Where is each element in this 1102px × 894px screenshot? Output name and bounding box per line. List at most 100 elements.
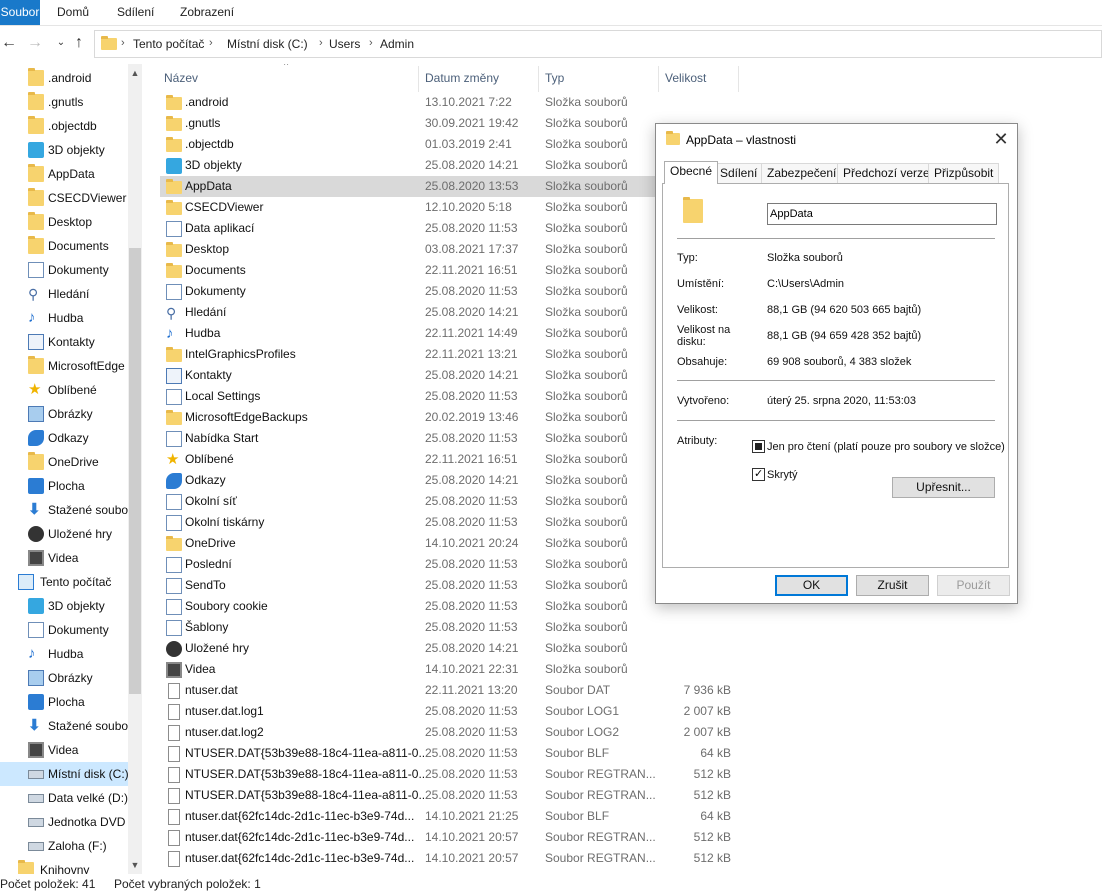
column-header-size[interactable]: Velikost — [661, 64, 737, 92]
nav-item[interactable]: 3D objekty — [0, 594, 128, 618]
nav-item[interactable]: Plocha — [0, 474, 128, 498]
nav-item[interactable]: ♪ Hudba — [0, 306, 128, 330]
nav-item[interactable]: ⚲ Hledání — [0, 282, 128, 306]
nav-item[interactable]: Plocha — [0, 690, 128, 714]
nav-item[interactable]: .objectdb — [0, 114, 128, 138]
tab-security[interactable]: Zabezpečení — [761, 163, 843, 183]
nav-item[interactable]: OneDrive — [0, 450, 128, 474]
table-row[interactable]: Uložené hry 25.08.2020 14:21 Složka soubor… — [160, 638, 660, 659]
table-row[interactable]: AppData 25.08.2020 13:53 Složka souborů — [160, 176, 656, 197]
breadcrumb-this-pc[interactable]: Tento počítač — [133, 37, 204, 51]
table-row[interactable]: CSECDViewer 12.10.2020 5:18 Složka souborů — [160, 197, 660, 218]
table-row[interactable]: ntuser.dat{62fc14dc-2d1c-11ec-b3e9-74d..… — [160, 848, 731, 869]
column-header-name[interactable]: Název — [160, 64, 418, 92]
table-row[interactable]: ★ Oblíbené 22.11.2021 16:51 Složka souborů — [160, 449, 660, 470]
table-row[interactable]: 3D objekty 25.08.2020 14:21 Složka souborů — [160, 155, 660, 176]
tab-general[interactable]: Obecné — [664, 161, 719, 184]
table-row[interactable]: OneDrive 14.10.2021 20:24 Složka souborů — [160, 533, 660, 554]
table-row[interactable]: Poslední 25.08.2020 11:53 Složka souborů — [160, 554, 660, 575]
table-row[interactable]: Videa 14.10.2021 22:31 Složka souborů — [160, 659, 660, 680]
table-row[interactable]: .gnutls 30.09.2021 19:42 Složka souborů — [160, 113, 660, 134]
advanced-button[interactable]: Upřesnit... — [892, 477, 995, 498]
back-arrow-icon[interactable]: ← — [0, 34, 18, 52]
breadcrumb-separator-icon[interactable]: › — [369, 37, 373, 49]
nav-item[interactable]: Tento počítač — [0, 570, 128, 594]
nav-item[interactable]: MicrosoftEdge — [0, 354, 128, 378]
table-row[interactable]: Nabídka Start 25.08.2020 11:53 Složka soub… — [160, 428, 660, 449]
nav-item[interactable]: Videa — [0, 738, 128, 762]
table-row[interactable]: MicrosoftEdgeBackups 20.02.2019 13:46 Slož… — [160, 407, 660, 428]
scroll-down-icon[interactable]: ▼ — [128, 858, 142, 872]
nav-item[interactable]: Obrázky — [0, 666, 128, 690]
nav-item[interactable]: .android — [0, 66, 128, 90]
table-row[interactable]: NTUSER.DAT{53b39e88-18c4-11ea-a811-0... 2… — [160, 743, 731, 764]
nav-item[interactable]: Data velké (D:) — [0, 786, 128, 810]
nav-item[interactable]: ⬇ Stažené soubo — [0, 498, 128, 522]
nav-item[interactable]: Obrázky — [0, 402, 128, 426]
forward-arrow-icon[interactable]: → — [26, 34, 44, 52]
nav-item[interactable]: AppData — [0, 162, 128, 186]
tab-view[interactable]: Zobrazení — [180, 0, 234, 25]
nav-item[interactable]: Zaloha (F:) — [0, 834, 128, 858]
tab-home[interactable]: Domů — [57, 0, 89, 25]
tab-sharing[interactable]: Sdílení — [714, 163, 764, 183]
nav-item[interactable]: ⬇ Stažené soubo — [0, 714, 128, 738]
table-row[interactable]: .android 13.10.2021 7:22 Složka souborů — [160, 92, 660, 113]
address-bar[interactable]: › Tento počítač › Místní disk (C:) › Use… — [94, 30, 1102, 58]
recent-locations-chevron-icon[interactable]: ⌄ — [52, 34, 70, 52]
table-row[interactable]: Documents 22.11.2021 16:51 Složka souborů — [160, 260, 660, 281]
table-row[interactable]: ntuser.dat 22.11.2021 13:20 Soubor DAT 7 93… — [160, 680, 731, 701]
breadcrumb-admin[interactable]: Admin — [380, 37, 414, 51]
nav-item[interactable]: 3D objekty — [0, 138, 128, 162]
breadcrumb-separator-icon[interactable]: › — [121, 37, 125, 49]
tab-file[interactable]: Soubor — [0, 0, 40, 25]
table-row[interactable]: ⚲ Hledání 25.08.2020 14:21 Složka souborů — [160, 302, 660, 323]
nav-item[interactable]: Uložené hry — [0, 522, 128, 546]
column-divider[interactable] — [658, 66, 659, 92]
breadcrumb-users[interactable]: Users — [329, 37, 360, 51]
nav-item[interactable]: Videa — [0, 546, 128, 570]
folder-name-input[interactable]: AppData — [767, 203, 997, 225]
table-row[interactable]: ntuser.dat.log2 25.08.2020 11:53 Soubor LO… — [160, 722, 731, 743]
nav-item[interactable]: Desktop — [0, 210, 128, 234]
table-row[interactable]: NTUSER.DAT{53b39e88-18c4-11ea-a811-0... 2… — [160, 785, 731, 806]
table-row[interactable]: NTUSER.DAT{53b39e88-18c4-11ea-a811-0... 2… — [160, 764, 731, 785]
readonly-checkbox[interactable] — [752, 440, 765, 453]
table-row[interactable]: Okolní síť 25.08.2020 11:53 Složka souborů — [160, 491, 660, 512]
table-row[interactable]: IntelGraphicsProfiles 22.11.2021 13:21 Slo… — [160, 344, 660, 365]
breadcrumb-local-disk[interactable]: Místní disk (C:) — [227, 37, 308, 51]
column-header-type[interactable]: Typ — [541, 64, 659, 92]
breadcrumb-separator-icon[interactable]: › — [319, 37, 323, 49]
column-divider[interactable] — [738, 66, 739, 92]
nav-item[interactable]: Knihovny — [0, 858, 128, 874]
nav-item[interactable]: Místní disk (C:) — [0, 762, 128, 786]
close-icon[interactable]: ✕ — [985, 124, 1017, 154]
nav-item[interactable]: Dokumenty — [0, 618, 128, 642]
nav-item[interactable]: CSECDViewer — [0, 186, 128, 210]
table-row[interactable]: ♪ Hudba 22.11.2021 14:49 Složka souborů — [160, 323, 660, 344]
table-row[interactable]: Odkazy 25.08.2020 14:21 Složka souborů — [160, 470, 660, 491]
nav-item[interactable]: ★ Oblíbené — [0, 378, 128, 402]
nav-item[interactable]: ♪ Hudba — [0, 642, 128, 666]
nav-scroll-thumb[interactable] — [129, 248, 141, 694]
table-row[interactable]: Local Settings 25.08.2020 11:53 Složka sou… — [160, 386, 660, 407]
table-row[interactable]: Kontakty 25.08.2020 14:21 Složka souborů — [160, 365, 660, 386]
nav-item[interactable]: Jednotka DVD I — [0, 810, 128, 834]
nav-item[interactable]: Documents — [0, 234, 128, 258]
table-row[interactable]: .objectdb 01.03.2019 2:41 Složka souborů — [160, 134, 660, 155]
table-row[interactable]: Šablony 25.08.2020 11:53 Složka souborů — [160, 617, 660, 638]
nav-item[interactable]: Dokumenty — [0, 258, 128, 282]
apply-button[interactable]: Použít — [937, 575, 1010, 596]
breadcrumb-separator-icon[interactable]: › — [209, 37, 213, 49]
scroll-up-icon[interactable]: ▲ — [128, 66, 142, 80]
hidden-checkbox[interactable] — [752, 467, 765, 481]
table-row[interactable]: SendTo 25.08.2020 11:53 Složka souborů — [160, 575, 660, 596]
cancel-button[interactable]: Zrušit — [856, 575, 929, 596]
nav-item[interactable]: .gnutls — [0, 90, 128, 114]
table-row[interactable]: Data aplikací 25.08.2020 11:53 Složka soub… — [160, 218, 660, 239]
tab-previous-versions[interactable]: Předchozí verze — [837, 163, 936, 183]
table-row[interactable]: Soubory cookie 25.08.2020 11:53 Složka sou… — [160, 596, 660, 617]
tab-customize[interactable]: Přizpůsobit — [928, 163, 1000, 183]
table-row[interactable]: ntuser.dat{62fc14dc-2d1c-11ec-b3e9-74d..… — [160, 806, 731, 827]
nav-item[interactable]: Kontakty — [0, 330, 128, 354]
